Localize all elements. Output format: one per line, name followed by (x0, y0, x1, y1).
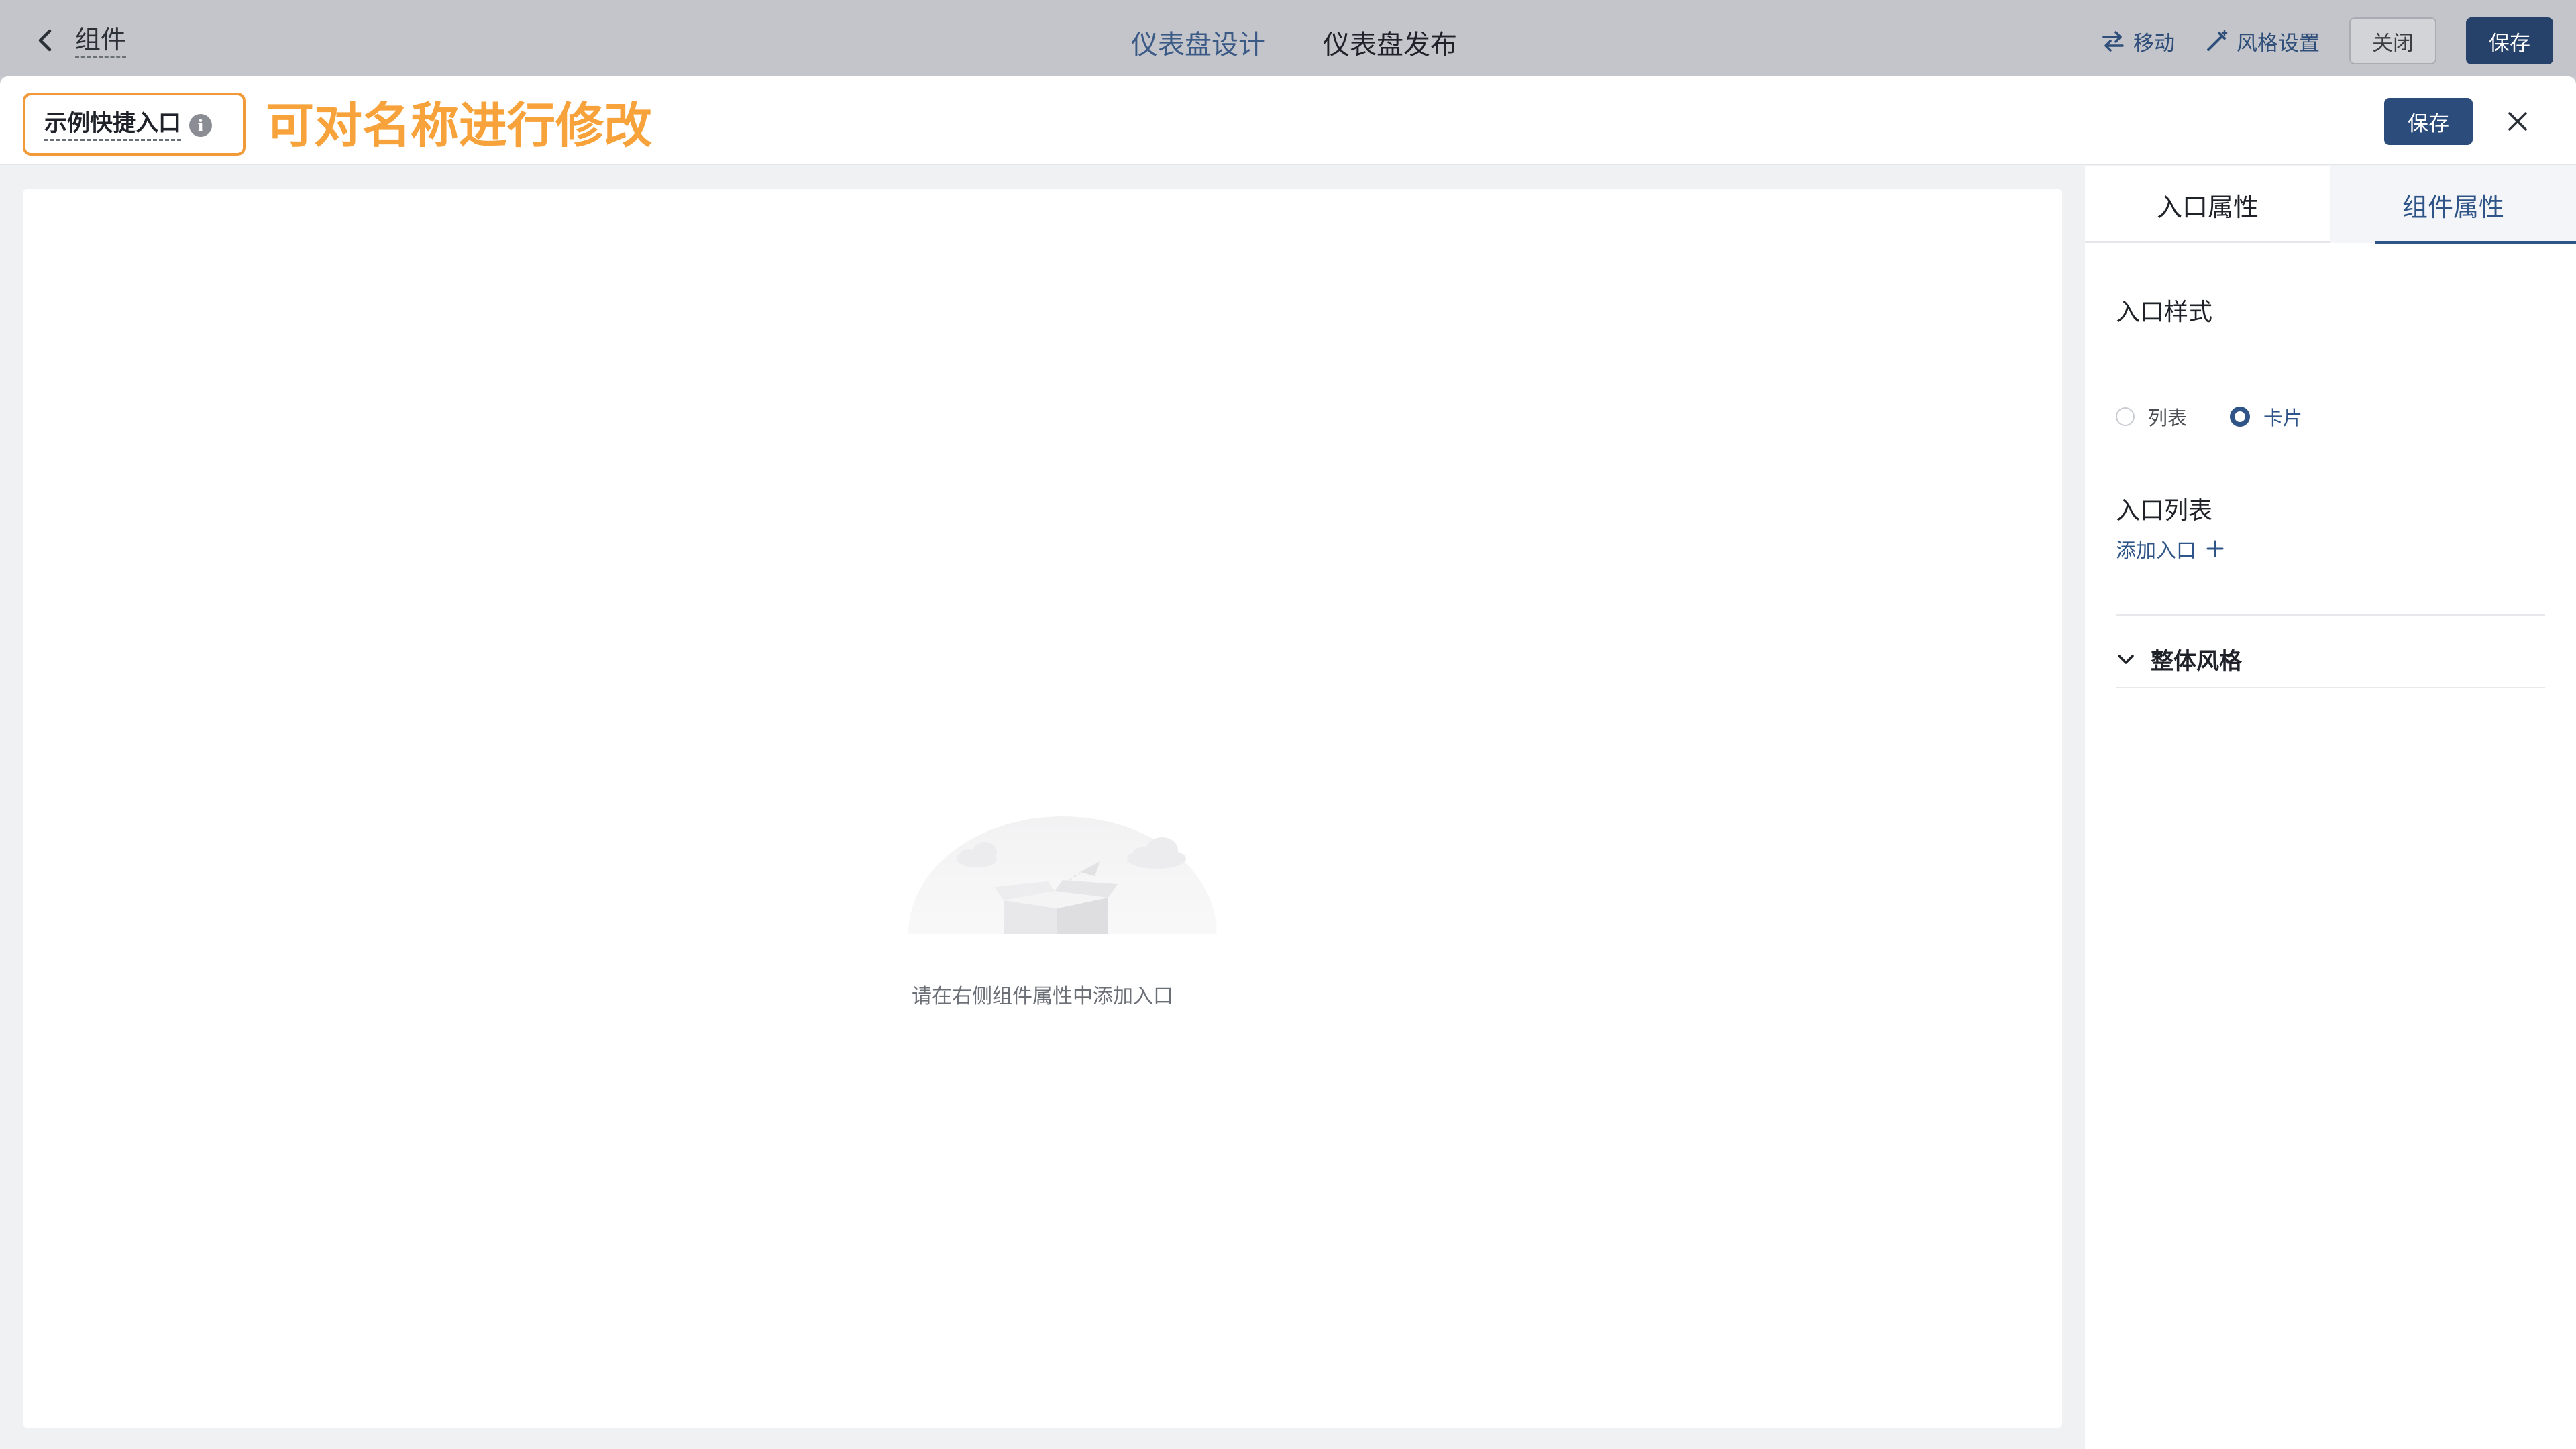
entry-style-title: 入口样式 (2116, 299, 2213, 326)
empty-state-text: 请在右侧组件属性中添加入口 (912, 985, 1173, 1008)
radio-list-label: 列表 (2148, 407, 2188, 429)
move-button[interactable]: 移动 (2101, 26, 2175, 56)
entry-list-title: 入口列表 (2116, 497, 2213, 525)
add-entry-label: 添加入口 (2116, 539, 2196, 563)
radio-checked-icon (2230, 407, 2251, 427)
annotation-text: 可对名称进行修改 (266, 97, 653, 154)
close-button[interactable]: 关闭 (2349, 17, 2436, 64)
add-entry-link[interactable]: 添加入口 (2116, 534, 2224, 564)
divider (2116, 687, 2545, 688)
back-button[interactable]: 组件 (34, 20, 127, 60)
tab-component-properties[interactable]: 组件属性 (2330, 166, 2576, 244)
radio-card-label: 卡片 (2263, 407, 2303, 429)
magic-wand-icon (2204, 29, 2229, 53)
swap-arrows-icon (2101, 29, 2125, 53)
entry-style-radio-group: 列表 卡片 (2116, 402, 2302, 431)
move-label: 移动 (2133, 31, 2175, 56)
back-label: 组件 (75, 23, 127, 58)
component-name[interactable]: 示例快捷入口 (44, 108, 181, 141)
top-bar: 组件 仪表盘设计 仪表盘发布 移动 风格设置 关闭 保存 (0, 0, 2576, 76)
chevron-down-icon (2118, 654, 2134, 664)
property-panel: 入口属性 组件属性 入口样式 列表 卡片 入口列表 添加入口 整体风格 (2085, 166, 2576, 1449)
style-settings-button[interactable]: 风格设置 (2204, 26, 2320, 56)
chevron-left-icon (34, 27, 56, 54)
top-actions: 移动 风格设置 关闭 保存 (2101, 17, 2553, 64)
modal-header: 示例快捷入口 i 可对名称进行修改 保存 (0, 76, 2576, 165)
component-editor-modal: 示例快捷入口 i 可对名称进行修改 保存 请在右侧组件属性中添加入口 入口属性 … (0, 76, 2576, 1449)
overall-style-collapse[interactable]: 整体风格 (2116, 643, 2242, 676)
component-name-field[interactable]: 示例快捷入口 i (23, 93, 246, 156)
info-icon[interactable]: i (189, 114, 212, 137)
empty-box-illustration (902, 733, 1224, 1051)
tab-dashboard-publish[interactable]: 仪表盘发布 (1323, 23, 1457, 62)
mode-tabs: 仪表盘设计 仪表盘发布 (1131, 23, 1457, 62)
plus-icon (2206, 540, 2224, 557)
divider (2116, 614, 2545, 616)
save-button[interactable]: 保存 (2466, 17, 2553, 64)
radio-list[interactable]: 列表 (2116, 402, 2187, 431)
modal-save-button[interactable]: 保存 (2384, 98, 2473, 145)
radio-card[interactable]: 卡片 (2230, 402, 2302, 431)
close-icon (2508, 112, 2527, 131)
style-settings-label: 风格设置 (2237, 31, 2320, 56)
tab-dashboard-design[interactable]: 仪表盘设计 (1131, 23, 1265, 62)
tab-entry-properties[interactable]: 入口属性 (2085, 166, 2330, 243)
panel-tabs: 入口属性 组件属性 (2085, 166, 2576, 244)
modal-close-button[interactable] (2501, 105, 2534, 138)
overall-style-label: 整体风格 (2151, 648, 2242, 675)
radio-unchecked-icon (2116, 407, 2135, 426)
preview-canvas: 请在右侧组件属性中添加入口 (23, 189, 2062, 1428)
